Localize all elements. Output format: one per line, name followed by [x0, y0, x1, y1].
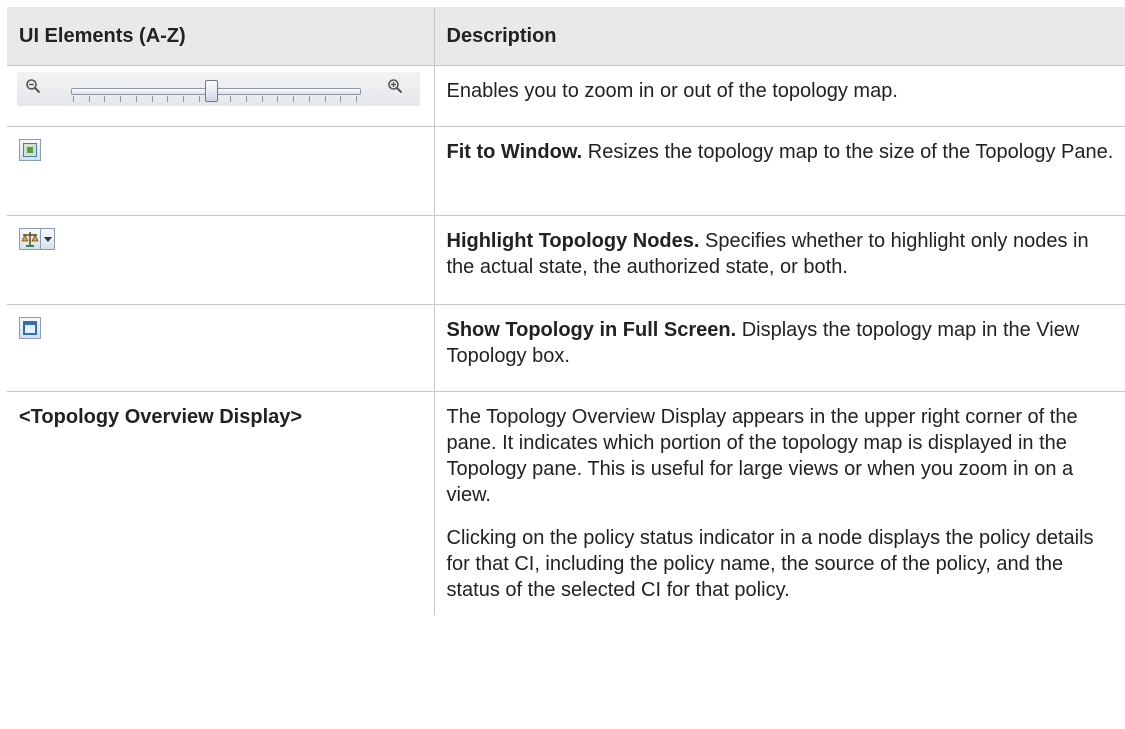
description-text: The Topology Overview Display appears in…: [446, 406, 1078, 506]
ui-element-name: <Topology Overview Display>: [19, 406, 303, 428]
description-cell: The Topology Overview Display appears in…: [433, 391, 1125, 615]
column-header-description: Description: [433, 7, 1125, 66]
description-cell: Enables you to zoom in or out of the top…: [433, 65, 1125, 127]
zoom-in-icon[interactable]: [387, 78, 403, 94]
table-row: <Topology Overview Display> The Topology…: [7, 391, 1125, 615]
highlight-nodes-icon[interactable]: [19, 228, 41, 250]
description-title: Show Topology in Full Screen.: [446, 319, 737, 341]
zoom-slider[interactable]: [17, 72, 420, 106]
ui-element-cell: <Topology Overview Display>: [7, 391, 435, 615]
description-text: Resizes the topology map to the size of …: [582, 141, 1114, 163]
description-cell: Highlight Topology Nodes. Specifies whet…: [433, 215, 1125, 305]
table-header-row: UI Elements (A-Z) Description: [7, 7, 1125, 66]
table-row: Fit to Window. Resizes the topology map …: [7, 126, 1125, 216]
ui-element-cell: [7, 65, 435, 127]
description-title: Fit to Window.: [446, 141, 583, 163]
ui-element-cell: [7, 126, 435, 216]
table-row: Enables you to zoom in or out of the top…: [7, 65, 1125, 127]
description-cell: Fit to Window. Resizes the topology map …: [433, 126, 1125, 216]
table-row: Highlight Topology Nodes. Specifies whet…: [7, 215, 1125, 305]
ui-element-cell: [7, 304, 435, 392]
description-cell: Show Topology in Full Screen. Displays t…: [433, 304, 1125, 392]
zoom-out-icon[interactable]: [25, 78, 41, 94]
ui-element-cell: [7, 215, 435, 305]
column-header-ui-elements: UI Elements (A-Z): [7, 7, 435, 66]
description-title: Highlight Topology Nodes.: [446, 230, 700, 252]
chevron-down-icon[interactable]: [41, 228, 55, 250]
ui-elements-table: UI Elements (A-Z) Description Enables yo…: [7, 7, 1125, 615]
highlight-nodes-dropdown[interactable]: [19, 228, 55, 250]
table-row: Show Topology in Full Screen. Displays t…: [7, 304, 1125, 392]
full-screen-icon[interactable]: [19, 317, 41, 339]
fit-to-window-icon[interactable]: [19, 139, 41, 161]
zoom-slider-thumb[interactable]: [205, 80, 218, 102]
description-text-2: Clicking on the policy status indicator …: [446, 527, 1094, 601]
description-text: Enables you to zoom in or out of the top…: [446, 80, 898, 102]
